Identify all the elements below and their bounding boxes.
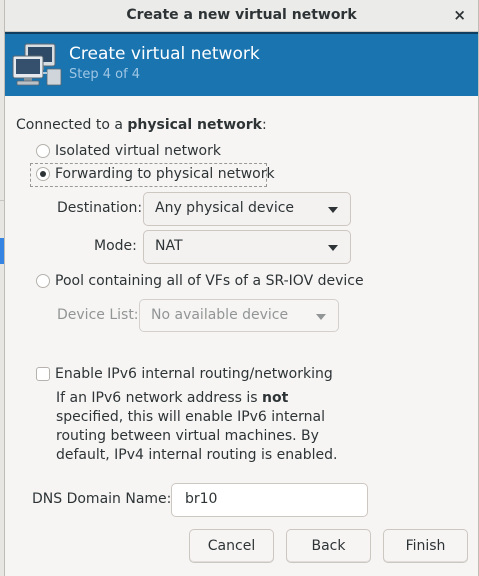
ipv6-help-line1: If an IPv6 network address is not [56,390,288,406]
chevron-down-icon [316,314,326,320]
isolated-radio[interactable] [36,144,50,158]
ipv6-help-line4: default, IPv4 internal routing is enable… [56,447,338,463]
banner-step: Step 4 of 4 [69,67,141,82]
cancel-button[interactable]: Cancel [189,529,274,563]
destination-label: Destination: [57,200,143,216]
ipv6-help-not: not [262,390,289,406]
device-list-value: No available device [151,307,289,323]
sriov-radio[interactable] [36,274,50,288]
mode-label: Mode: [94,238,137,254]
connected-suffix: : [261,117,267,133]
ipv6-checkbox[interactable] [36,367,50,381]
sriov-label[interactable]: Pool containing all of VFs of a SR-IOV d… [55,273,364,289]
back-button[interactable]: Back [286,529,371,563]
destination-value: Any physical device [155,200,295,216]
ipv6-help-line2: specified, this will enable IPv6 interna… [56,409,326,425]
connected-label: Connected to a physical network: [16,117,267,133]
connected-prefix: Connected to a [16,117,128,133]
forwarding-radio[interactable] [36,167,50,181]
banner-heading: Create virtual network [69,44,260,64]
close-icon[interactable]: × [453,6,466,24]
ipv6-label[interactable]: Enable IPv6 internal routing/networking [55,366,333,382]
ipv6-help-line3: routing between virtual machines. By [56,428,319,444]
finish-button[interactable]: Finish [383,529,468,563]
wizard-banner: Create virtual network Step 4 of 4 [5,32,478,96]
forwarding-label[interactable]: Forwarding to physical network [55,166,275,182]
chevron-down-icon [328,207,338,213]
chevron-down-icon [328,245,338,251]
create-network-dialog: Create a new virtual network × Create vi… [4,0,479,576]
connected-bold: physical network [127,117,262,133]
titlebar: Create a new virtual network × [5,0,478,32]
device-list-dropdown[interactable]: No available device [139,299,339,332]
mode-value: NAT [155,238,183,254]
dns-domain-value: br10 [185,491,218,507]
dns-domain-input[interactable]: br10 [171,483,368,517]
isolated-label[interactable]: Isolated virtual network [55,143,221,159]
window-title: Create a new virtual network [126,7,357,23]
device-list-label: Device List: [57,307,139,323]
dns-label: DNS Domain Name: [32,491,172,507]
destination-dropdown[interactable]: Any physical device [143,192,351,226]
ipv6-help-line1-text: If an IPv6 network address is [56,390,263,406]
network-computers-icon [12,43,62,86]
mode-dropdown[interactable]: NAT [143,230,351,264]
